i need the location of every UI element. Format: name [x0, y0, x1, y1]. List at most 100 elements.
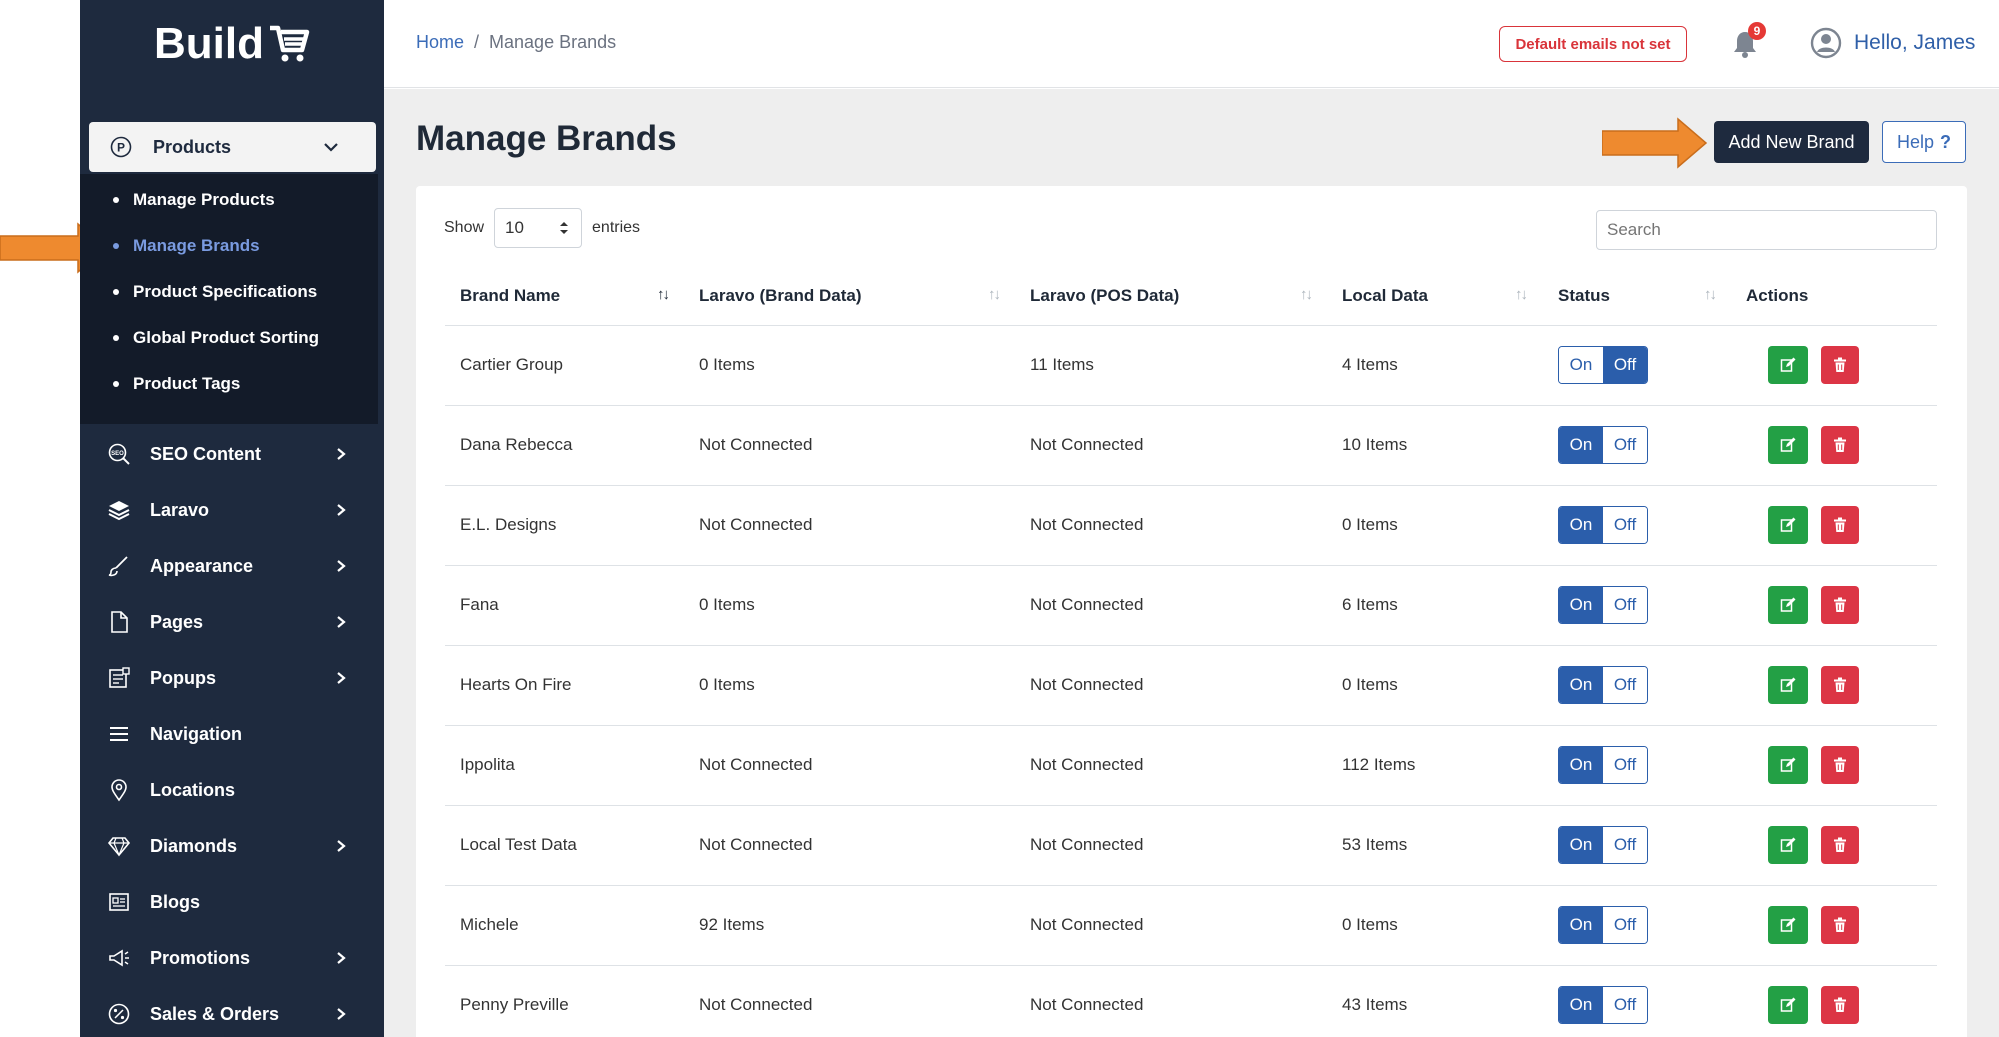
notification-count-badge: 9	[1748, 22, 1766, 40]
sidebar-item-pages[interactable]: Pages	[106, 607, 356, 637]
trash-icon	[1834, 677, 1846, 692]
search-input[interactable]	[1596, 210, 1937, 250]
page-icon	[106, 609, 132, 635]
edit-button[interactable]	[1768, 666, 1808, 704]
sidebar-item-promotions[interactable]: Promotions	[106, 943, 356, 973]
status-off-button[interactable]: Off	[1603, 747, 1647, 783]
user-menu[interactable]: Hello, James	[1810, 27, 1975, 59]
help-button[interactable]: Help ?	[1882, 121, 1966, 163]
status-off-button[interactable]: Off	[1603, 827, 1647, 863]
sort-icon[interactable]: ↑↓	[1300, 286, 1313, 303]
cell-laravo-pos-data: Not Connected	[1030, 595, 1144, 614]
status-on-button[interactable]: On	[1559, 507, 1603, 543]
sidebar-subitem-product-tags[interactable]: Product Tags	[113, 372, 240, 396]
sidebar-item-popups[interactable]: Popups	[106, 663, 356, 693]
breadcrumb-home-link[interactable]: Home	[416, 32, 464, 53]
sidebar-item-laravo[interactable]: Laravo	[106, 495, 356, 525]
edit-button[interactable]	[1768, 906, 1808, 944]
sort-icon[interactable]: ↑↓	[1704, 286, 1717, 303]
default-emails-alert-button[interactable]: Default emails not set	[1499, 26, 1687, 62]
status-off-button[interactable]: Off	[1603, 907, 1647, 943]
sidebar-item-seo-content[interactable]: SEO SEO Content	[106, 439, 356, 469]
status-off-button[interactable]: Off	[1603, 507, 1647, 543]
table-row: Cartier Group 0 Items 11 Items 4 Items On Off	[445, 326, 1937, 406]
column-header-status[interactable]: Status	[1558, 286, 1610, 306]
sidebar-subitem-manage-brands[interactable]: Manage Brands	[113, 234, 260, 258]
status-off-button[interactable]: Off	[1603, 427, 1647, 463]
status-toggle: On Off	[1558, 506, 1648, 544]
sidebar-item-locations[interactable]: Locations	[106, 775, 356, 805]
entries-label: entries	[592, 219, 641, 236]
sidebar-subitem-product-specifications[interactable]: Product Specifications	[113, 280, 317, 304]
sidebar-item-diamonds[interactable]: Diamonds	[106, 831, 356, 861]
edit-button[interactable]	[1768, 986, 1808, 1024]
status-off-button[interactable]: Off	[1603, 347, 1647, 383]
sidebar-item-label: Promotions	[150, 947, 251, 968]
delete-button[interactable]	[1821, 746, 1859, 784]
add-new-brand-button[interactable]: Add New Brand	[1714, 121, 1869, 163]
edit-button[interactable]	[1768, 346, 1808, 384]
status-on-button[interactable]: On	[1559, 667, 1603, 703]
sidebar-item-blogs[interactable]: Blogs	[106, 887, 356, 917]
cell-laravo-brand-data: Not Connected	[699, 435, 813, 454]
status-toggle: On Off	[1558, 826, 1648, 864]
status-on-button[interactable]: On	[1559, 587, 1603, 623]
sort-icon[interactable]: ↑↓	[657, 286, 670, 303]
status-on-button[interactable]: On	[1559, 427, 1603, 463]
trash-icon	[1834, 837, 1846, 852]
sort-icon[interactable]: ↑↓	[1515, 286, 1528, 303]
edit-button[interactable]	[1768, 426, 1808, 464]
status-on-button[interactable]: On	[1559, 907, 1603, 943]
chevron-right-icon	[337, 504, 346, 516]
delete-button[interactable]	[1821, 586, 1859, 624]
delete-button[interactable]	[1821, 506, 1859, 544]
cell-local-data: 112 Items	[1342, 755, 1416, 774]
column-header-laravo-pos-data[interactable]: Laravo (POS Data)	[1030, 286, 1179, 306]
layers-icon	[106, 497, 132, 523]
delete-button[interactable]	[1821, 426, 1859, 464]
brands-table: Brand Name ↑↓ Laravo (Brand Data) ↑↓ Lar…	[445, 268, 1937, 1037]
logo[interactable]: Build	[80, 14, 384, 74]
status-off-button[interactable]: Off	[1603, 587, 1647, 623]
edit-icon	[1780, 917, 1796, 932]
delete-button[interactable]	[1821, 906, 1859, 944]
status-off-button[interactable]: Off	[1603, 987, 1647, 1023]
status-off-button[interactable]: Off	[1603, 667, 1647, 703]
edit-button[interactable]	[1768, 746, 1808, 784]
delete-button[interactable]	[1821, 666, 1859, 704]
sidebar-item-navigation[interactable]: Navigation	[106, 719, 356, 749]
sidebar-item-appearance[interactable]: Appearance	[106, 551, 356, 581]
status-on-button[interactable]: On	[1559, 347, 1603, 383]
edit-button[interactable]	[1768, 826, 1808, 864]
delete-button[interactable]	[1821, 826, 1859, 864]
status-on-button[interactable]: On	[1559, 987, 1603, 1023]
percent-icon	[106, 1001, 132, 1027]
sidebar-item-label: Sales & Orders	[150, 1003, 280, 1024]
column-header-brand-name[interactable]: Brand Name	[460, 286, 560, 306]
chevron-right-icon	[337, 560, 346, 572]
delete-button[interactable]	[1821, 986, 1859, 1024]
edit-button[interactable]	[1768, 586, 1808, 624]
cell-laravo-pos-data: Not Connected	[1030, 515, 1144, 534]
sort-icon[interactable]: ↑↓	[988, 286, 1001, 303]
sidebar-item-label: Locations	[150, 779, 236, 800]
status-toggle: On Off	[1558, 746, 1648, 784]
status-on-button[interactable]: On	[1559, 827, 1603, 863]
sidebar-item-sales-orders[interactable]: Sales & Orders	[106, 999, 356, 1029]
sidebar-subitem-global-product-sorting[interactable]: Global Product Sorting	[113, 326, 319, 350]
trash-icon	[1834, 517, 1846, 532]
delete-button[interactable]	[1821, 346, 1859, 384]
status-on-button[interactable]: On	[1559, 747, 1603, 783]
cell-laravo-brand-data: 92 Items	[699, 915, 765, 934]
table-row: E.L. Designs Not Connected Not Connected 0 …	[445, 486, 1937, 566]
column-header-local-data[interactable]: Local Data	[1342, 286, 1428, 306]
column-header-laravo-brand-data[interactable]: Laravo (Brand Data)	[699, 286, 861, 306]
sidebar-subitem-manage-products[interactable]: Manage Products	[113, 188, 275, 212]
cell-brand-name: Dana Rebecca	[460, 435, 573, 454]
trash-icon	[1834, 357, 1846, 372]
entries-select[interactable]: 10	[494, 208, 583, 248]
table-row: Dana Rebecca Not Connected Not Connected 10…	[445, 406, 1937, 486]
edit-button[interactable]	[1768, 506, 1808, 544]
top-header: Home / Manage Brands Default emails not …	[384, 0, 1999, 88]
sidebar-item-products[interactable]: P Products	[89, 122, 376, 172]
